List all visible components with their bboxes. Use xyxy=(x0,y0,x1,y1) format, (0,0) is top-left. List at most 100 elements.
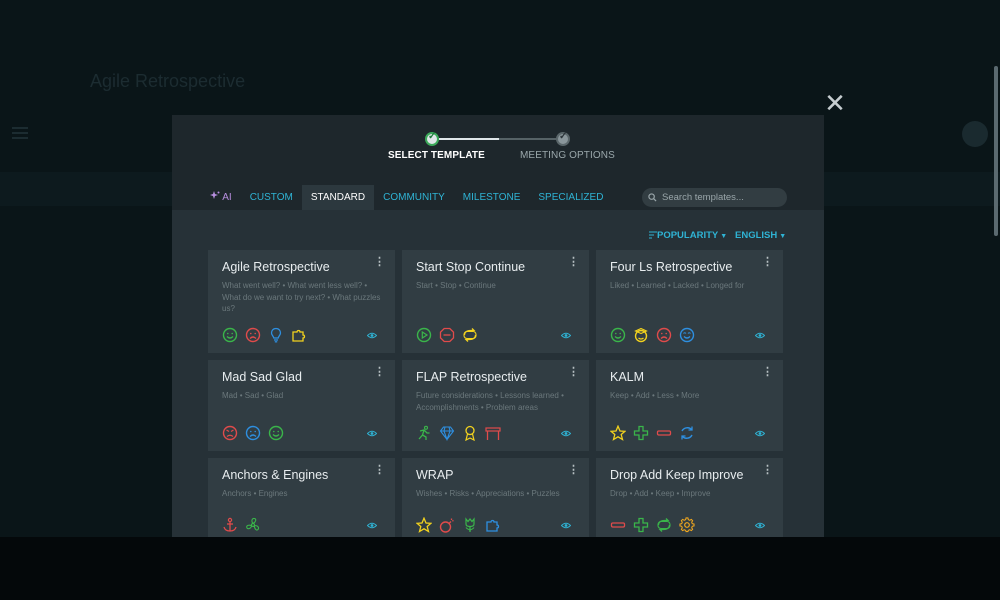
cycle-icon xyxy=(657,518,671,532)
card-description: Anchors • Engines xyxy=(222,489,288,498)
card-description: Future considerations • Lessons learned … xyxy=(416,391,564,412)
card-icons xyxy=(416,425,501,441)
card-title: Anchors & Engines xyxy=(222,468,329,482)
step-label-meeting-options: MEETING OPTIONS xyxy=(520,150,615,161)
sort-popularity-button[interactable]: POPULARITY ▼ xyxy=(649,230,727,241)
step-label-select-template: SELECT TEMPLATE xyxy=(388,150,485,161)
tab-ai[interactable]: AI xyxy=(204,185,241,210)
card-icons xyxy=(416,517,501,533)
card-more-icon[interactable]: ⋮ xyxy=(568,257,579,268)
tab-community[interactable]: COMMUNITY xyxy=(374,185,454,210)
play-icon xyxy=(416,327,432,343)
tab-specialized[interactable]: SPECIALIZED xyxy=(529,185,612,210)
runner-icon xyxy=(418,425,430,440)
card-icons xyxy=(222,425,284,441)
template-tabs: AI CUSTOM STANDARD COMMUNITY MILESTONE S… xyxy=(204,185,612,211)
page-scrollbar[interactable] xyxy=(994,66,998,236)
template-card[interactable]: FLAP Retrospective ⋮ Future consideratio… xyxy=(402,360,589,451)
card-title: Agile Retrospective xyxy=(222,260,330,274)
stop-sign-icon xyxy=(439,327,455,343)
template-card[interactable]: Anchors & Engines ⋮ Anchors • Engines xyxy=(208,458,395,537)
card-description: Wishes • Risks • Appreciations • Puzzles xyxy=(416,489,560,498)
cycle-icon xyxy=(463,328,477,342)
stepper-progress-line xyxy=(439,138,499,140)
step-pending-check-icon: ✓ xyxy=(556,131,570,146)
preview-eye-icon[interactable] xyxy=(561,522,571,529)
graduate-icon xyxy=(634,327,648,343)
sad-icon xyxy=(245,425,261,441)
template-card[interactable]: WRAP ⋮ Wishes • Risks • Appreciations • … xyxy=(402,458,589,537)
card-icons xyxy=(610,517,695,533)
card-more-icon[interactable]: ⋮ xyxy=(762,465,773,476)
page-title: Agile Retrospective xyxy=(90,71,246,91)
search-icon xyxy=(648,193,657,202)
frown-icon xyxy=(245,327,261,343)
step-done-check-icon: ✓ xyxy=(425,131,439,146)
app-header: Agile Retrospective xyxy=(0,55,1000,147)
refresh-icon xyxy=(681,426,693,440)
template-card[interactable]: Mad Sad Glad ⋮ Mad • Sad • Glad xyxy=(208,360,395,451)
card-title: Mad Sad Glad xyxy=(222,370,302,384)
star-icon xyxy=(416,517,432,533)
tab-standard[interactable]: STANDARD xyxy=(301,185,375,210)
caret-down-icon: ▼ xyxy=(779,233,787,240)
card-more-icon[interactable]: ⋮ xyxy=(568,367,579,378)
background-footer xyxy=(0,537,1000,600)
star-icon xyxy=(610,425,626,441)
card-icons xyxy=(610,425,695,441)
plus-icon xyxy=(633,517,649,533)
card-more-icon[interactable]: ⋮ xyxy=(568,465,579,476)
template-card[interactable]: Agile Retrospective ⋮ What went well? • … xyxy=(208,250,395,353)
preview-eye-icon[interactable] xyxy=(755,522,765,529)
card-more-icon[interactable]: ⋮ xyxy=(374,465,385,476)
card-icons xyxy=(222,517,261,533)
card-more-icon[interactable]: ⋮ xyxy=(762,367,773,378)
card-more-icon[interactable]: ⋮ xyxy=(374,257,385,268)
search-input[interactable] xyxy=(662,192,782,203)
template-card[interactable]: Start Stop Continue ⋮ Start • Stop • Con… xyxy=(402,250,589,353)
card-description: Drop • Add • Keep • Improve xyxy=(610,489,711,498)
puzzle-icon xyxy=(292,329,306,342)
card-title: Four Ls Retrospective xyxy=(610,260,733,274)
template-card[interactable]: Four Ls Retrospective ⋮ Liked • Learned … xyxy=(596,250,783,353)
preview-eye-icon[interactable] xyxy=(561,332,571,339)
bomb-icon xyxy=(439,518,454,533)
minus-icon xyxy=(610,522,626,528)
preview-eye-icon[interactable] xyxy=(367,430,377,437)
card-more-icon[interactable]: ⋮ xyxy=(762,257,773,268)
card-icons xyxy=(416,327,478,343)
card-title: WRAP xyxy=(416,468,454,482)
card-more-icon[interactable]: ⋮ xyxy=(374,367,385,378)
flower-icon xyxy=(465,517,475,532)
smile-icon xyxy=(610,327,626,343)
anchor-icon xyxy=(223,517,237,532)
puzzle-icon xyxy=(486,519,500,532)
close-icon[interactable]: ✕ xyxy=(824,90,846,116)
sort-icon xyxy=(649,231,657,239)
glad-icon xyxy=(268,425,284,441)
card-title: FLAP Retrospective xyxy=(416,370,527,384)
plus-icon xyxy=(633,425,649,441)
fan-icon xyxy=(246,517,260,531)
preview-eye-icon[interactable] xyxy=(367,332,377,339)
card-description: Liked • Learned • Lacked • Longed for xyxy=(610,281,745,290)
language-label: ENGLISH xyxy=(735,230,778,241)
preview-eye-icon[interactable] xyxy=(561,430,571,437)
preview-eye-icon[interactable] xyxy=(367,522,377,529)
tab-custom[interactable]: CUSTOM xyxy=(241,185,302,210)
diamond-icon xyxy=(439,426,455,441)
template-card[interactable]: Drop Add Keep Improve ⋮ Drop • Add • Kee… xyxy=(596,458,783,537)
preview-eye-icon[interactable] xyxy=(755,332,765,339)
template-card[interactable]: KALM ⋮ Keep • Add • Less • More xyxy=(596,360,783,451)
card-title: Start Stop Continue xyxy=(416,260,526,274)
language-select[interactable]: ENGLISH ▼ xyxy=(735,230,786,241)
tab-milestone[interactable]: MILESTONE xyxy=(454,185,530,210)
preview-eye-icon[interactable] xyxy=(755,430,765,437)
search-box[interactable] xyxy=(642,188,787,207)
caret-down-icon: ▼ xyxy=(720,233,728,240)
card-title: Drop Add Keep Improve xyxy=(610,468,744,482)
stepper-remaining-line xyxy=(499,138,556,140)
card-icons xyxy=(222,327,307,343)
tab-ai-label: AI xyxy=(222,192,232,203)
wish-icon xyxy=(679,327,695,343)
